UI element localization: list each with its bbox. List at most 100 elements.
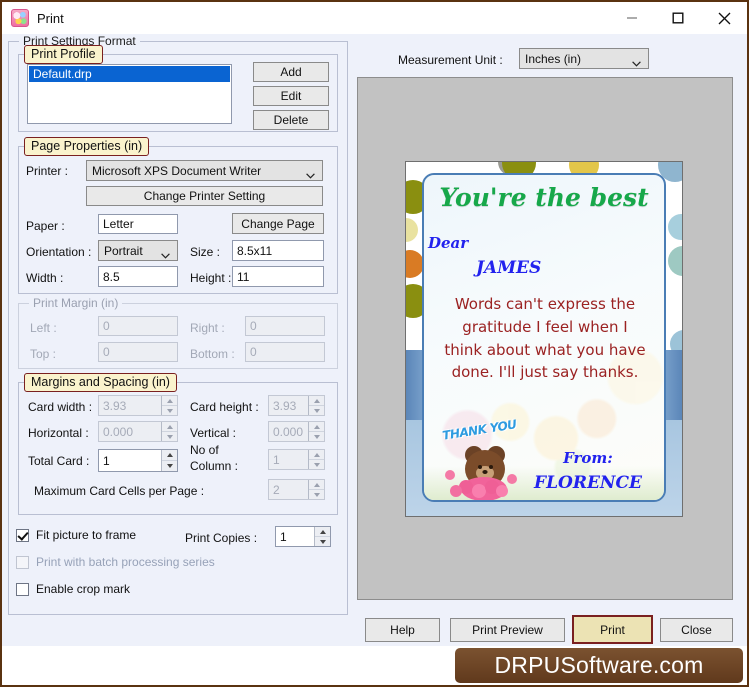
checkbox-box[interactable] [16, 582, 29, 596]
no-of-column-stepper: 1 [268, 449, 325, 470]
stepper-buttons[interactable] [314, 527, 330, 546]
top-margin-field: 0 [98, 342, 178, 362]
print-copies-stepper[interactable]: 1 [275, 526, 331, 547]
help-button[interactable]: Help [365, 618, 440, 642]
stepper-buttons[interactable] [161, 450, 177, 471]
card-sender: FLORENCE [534, 473, 642, 493]
max-cells-label: Maximum Card Cells per Page : [34, 484, 205, 498]
right-margin-label: Right : [190, 321, 225, 335]
card-from-label: From: [563, 449, 613, 467]
chevron-down-icon [632, 56, 641, 67]
checkbox-box [16, 555, 29, 569]
horizontal-label: Horizontal : [28, 426, 89, 440]
size-value-field[interactable]: 8.5x11 [232, 240, 324, 261]
right-margin-field: 0 [245, 316, 325, 336]
card-height-value: 3.93 [273, 398, 297, 413]
maximize-icon[interactable] [655, 2, 701, 34]
max-cells-stepper: 2 [268, 479, 325, 500]
stepper-buttons [308, 450, 324, 469]
no-of-column-label-line1: No of [190, 443, 219, 457]
title-bar: Print [2, 2, 747, 34]
chevron-down-icon [161, 248, 170, 259]
horizontal-value: 0.000 [103, 424, 134, 439]
decor-dot [668, 246, 682, 276]
card-recipient: JAMES [476, 258, 542, 278]
left-margin-field: 0 [98, 316, 178, 336]
card-width-label: Card width : [28, 400, 93, 414]
list-item[interactable]: Default.drp [29, 66, 230, 82]
width-field[interactable]: 8.5 [98, 266, 178, 287]
total-card-label: Total Card : [28, 454, 90, 468]
brand-banner: DRPUSoftware.com [455, 648, 743, 683]
print-preview-button[interactable]: Print Preview [450, 618, 565, 642]
minimize-icon[interactable] [609, 2, 655, 34]
change-page-button[interactable]: Change Page [232, 213, 324, 234]
window-title: Print [37, 10, 64, 26]
print-button[interactable]: Print [572, 615, 653, 644]
close-icon[interactable] [701, 2, 747, 34]
print-copies-label: Print Copies : [185, 531, 258, 545]
max-cells-value: 2 [273, 482, 280, 497]
decor-dot [406, 218, 418, 242]
fit-picture-to-frame-checkbox[interactable]: Fit picture to frame [16, 528, 136, 542]
paper-value-field[interactable]: Letter [98, 214, 178, 234]
stepper-buttons [161, 422, 177, 441]
print-copies-value: 1 [280, 529, 287, 544]
stepper-buttons [308, 480, 324, 499]
enable-crop-mark-checkbox[interactable]: Enable crop mark [16, 582, 130, 596]
total-card-stepper[interactable]: 1 [98, 449, 178, 472]
fit-picture-label: Fit picture to frame [36, 528, 137, 542]
batch-processing-label: Print with batch processing series [36, 555, 215, 569]
card-width-stepper: 3.93 [98, 395, 178, 416]
horizontal-stepper: 0.000 [98, 421, 178, 442]
stepper-buttons [308, 422, 324, 441]
chevron-down-icon [306, 168, 315, 179]
edit-button[interactable]: Edit [253, 86, 329, 106]
height-field[interactable]: 11 [232, 266, 324, 287]
orientation-combobox[interactable]: Portrait [98, 240, 178, 261]
printer-combobox[interactable]: Microsoft XPS Document Writer [86, 160, 323, 181]
printer-label: Printer : [26, 164, 69, 178]
card-preview[interactable]: You're the best Dear JAMES Words can't e… [405, 161, 683, 517]
window-controls [609, 2, 747, 34]
no-of-column-value: 1 [273, 452, 280, 467]
total-card-value: 1 [103, 453, 110, 468]
orientation-value: Portrait [104, 243, 143, 258]
profile-listbox[interactable]: Default.drp [27, 64, 232, 124]
orientation-label: Orientation : [26, 245, 92, 259]
top-margin-label: Top : [30, 347, 57, 361]
size-label: Size : [190, 245, 221, 259]
measurement-unit-combobox[interactable]: Inches (in) [519, 48, 649, 69]
print-margin-caption: Print Margin (in) [29, 296, 123, 310]
batch-processing-checkbox: Print with batch processing series [16, 555, 215, 569]
print-preview-panel[interactable]: You're the best Dear JAMES Words can't e… [357, 77, 733, 600]
vertical-stepper: 0.000 [268, 421, 325, 442]
card-salutation: Dear [428, 234, 469, 252]
bottom-margin-field: 0 [245, 342, 325, 362]
card-height-label: Card height : [190, 400, 259, 414]
vertical-value: 0.000 [273, 424, 304, 439]
left-margin-label: Left : [30, 321, 57, 335]
measurement-unit-value: Inches (in) [525, 51, 582, 66]
width-label: Width : [26, 271, 64, 285]
stepper-buttons [161, 396, 177, 415]
bear-sticker: THANK YOU [434, 417, 520, 500]
card-inner-frame: You're the best Dear JAMES Words can't e… [422, 173, 666, 502]
height-label: Height : [190, 271, 232, 285]
close-button[interactable]: Close [660, 618, 733, 642]
paper-label: Paper : [26, 219, 65, 233]
page-properties-caption: Page Properties (in) [24, 137, 150, 156]
delete-button[interactable]: Delete [253, 110, 329, 130]
printer-value: Microsoft XPS Document Writer [92, 163, 262, 178]
card-title: You're the best [439, 183, 649, 212]
change-printer-setting-button[interactable]: Change Printer Setting [86, 186, 323, 206]
print-dialog-window: Print Print Settings Format Print Profil… [0, 0, 749, 687]
no-of-column-label-line2: Column : [190, 459, 239, 473]
stepper-buttons [308, 396, 324, 415]
add-button[interactable]: Add [253, 62, 329, 82]
vertical-label: Vertical : [190, 426, 237, 440]
checkbox-box[interactable] [16, 528, 29, 542]
app-icon [11, 9, 29, 27]
margins-spacing-caption: Margins and Spacing (in) [24, 373, 177, 392]
print-profile-caption: Print Profile [24, 45, 103, 64]
